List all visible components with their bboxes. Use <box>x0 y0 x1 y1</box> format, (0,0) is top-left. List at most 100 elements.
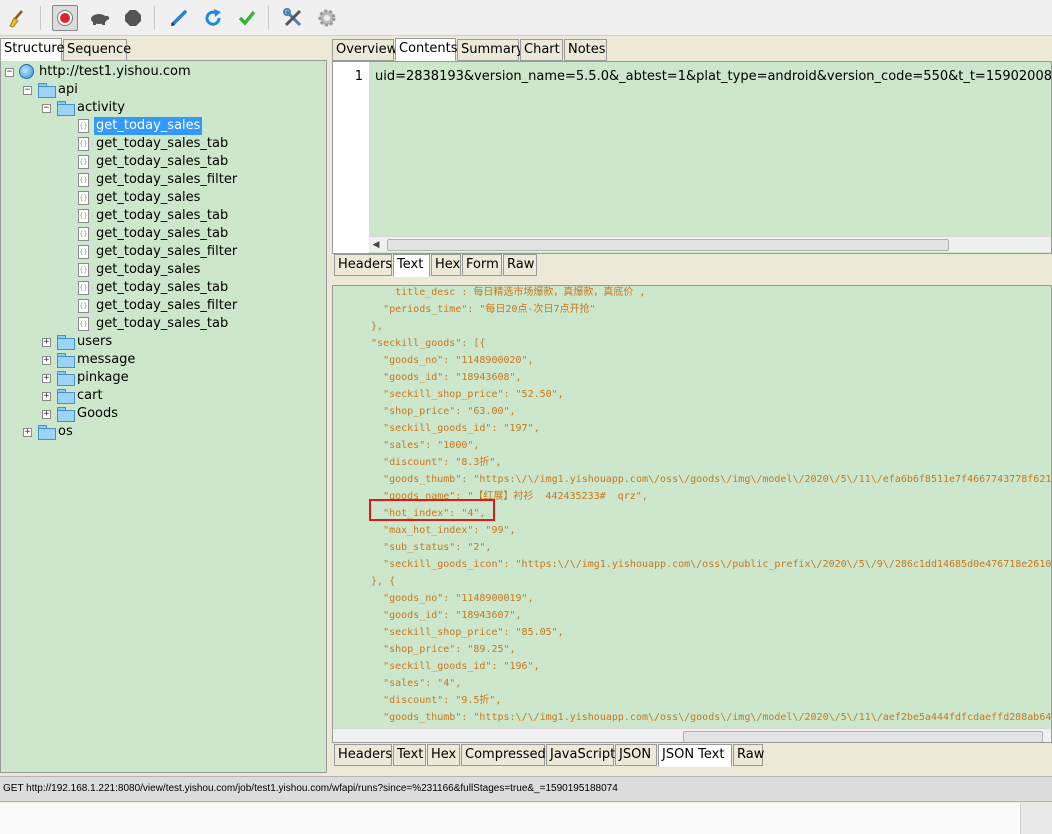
tree-item-endpoint[interactable]: {} get_today_sales_filter <box>1 297 321 315</box>
tab-request-form[interactable]: Form <box>462 254 502 276</box>
json-code-line: "seckill_goods_id": "197", <box>359 423 540 434</box>
request-body-text: uid=2838193&version_name=5.5.0&_abtest=1… <box>375 69 1052 84</box>
tree-item-endpoint[interactable]: {} get_today_sales_tab <box>1 207 321 225</box>
json-code-line: "goods_thumb": "https:\/\/img1.yishouapp… <box>359 712 1052 723</box>
tree-node-host[interactable]: − http://test1.yishou.com <box>1 63 321 81</box>
tree-item-endpoint[interactable]: {} get_today_sales_tab <box>1 315 321 333</box>
tree-node-api[interactable]: − api <box>1 81 321 99</box>
endpoint-label: get_today_sales_filter <box>96 172 238 187</box>
endpoint-label: get_today_sales_filter <box>96 298 238 313</box>
tab-request-headers[interactable]: Headers <box>334 254 392 276</box>
json-code-line: "shop_price": "63.00", <box>359 406 516 417</box>
tree-node-goods[interactable]: + Goods <box>1 405 321 423</box>
refresh-icon[interactable] <box>200 5 226 31</box>
tab-response-headers[interactable]: Headers <box>334 744 392 766</box>
tab-response-json-text[interactable]: JSON Text <box>658 744 732 767</box>
response-json-pane[interactable]: title_desc : 每日精选市场爆款，真爆款，真底价 , "periods… <box>332 285 1052 743</box>
scroll-left-icon[interactable]: ◀ <box>369 237 383 253</box>
tab-request-raw[interactable]: Raw <box>503 254 537 276</box>
request-body-pane[interactable]: 1 uid=2838193&version_name=5.5.0&_abtest… <box>332 61 1052 254</box>
request-horizontal-scrollbar[interactable]: ◀ <box>369 236 1051 253</box>
tab-summary[interactable]: Summary <box>457 39 524 61</box>
folder-label: Goods <box>77 406 119 421</box>
expand-toggle[interactable]: + <box>42 338 51 347</box>
tree-item-endpoint[interactable]: {} get_today_sales <box>1 117 321 135</box>
stop-icon[interactable] <box>120 5 146 31</box>
collapse-toggle[interactable]: − <box>5 68 14 77</box>
tree-item-endpoint[interactable]: {} get_today_sales_tab <box>1 279 321 297</box>
endpoint-label: get_today_sales_tab <box>96 136 229 151</box>
tree-item-endpoint[interactable]: {} get_today_sales_filter <box>1 243 321 261</box>
expand-toggle[interactable]: + <box>23 428 32 437</box>
json-code-line: }, { <box>359 576 396 587</box>
tree-node-cart[interactable]: + cart <box>1 387 321 405</box>
tab-response-javascript[interactable]: JavaScript <box>546 744 615 766</box>
tab-contents[interactable]: Contents <box>395 38 457 61</box>
bottom-scrollbar[interactable] <box>1020 803 1052 834</box>
tree-item-endpoint[interactable]: {} get_today_sales <box>1 189 321 207</box>
folder-icon <box>38 425 56 440</box>
scroll-thumb[interactable] <box>387 239 949 251</box>
tab-response-compressed[interactable]: Compressed <box>461 744 546 766</box>
folder-icon <box>38 83 56 98</box>
tab-response-raw[interactable]: Raw <box>733 744 764 766</box>
folder-icon <box>57 101 75 116</box>
pen-icon[interactable] <box>166 5 192 31</box>
endpoint-label: get_today_sales <box>96 262 201 277</box>
tab-response-json[interactable]: JSON <box>615 744 657 766</box>
expand-toggle[interactable]: + <box>42 410 51 419</box>
settings-icon[interactable] <box>314 5 340 31</box>
tab-request-hex[interactable]: Hex <box>431 254 461 276</box>
tab-request-text[interactable]: Text <box>393 254 430 277</box>
expand-toggle[interactable]: + <box>42 374 51 383</box>
json-code-line: "shop_price": "89.25", <box>359 644 516 655</box>
activity-label: activity <box>77 100 125 115</box>
broom-icon[interactable] <box>4 5 30 31</box>
status-bar: GET http://192.168.1.221:8080/view/test.… <box>0 776 1052 802</box>
collapse-toggle[interactable]: − <box>23 86 32 95</box>
file-icon: {} <box>78 137 89 151</box>
tab-overview[interactable]: Overview <box>332 39 397 61</box>
file-icon: {} <box>78 155 89 169</box>
folder-label: pinkage <box>77 370 129 385</box>
scroll-thumb[interactable] <box>683 731 1043 742</box>
tree-item-endpoint[interactable]: {} get_today_sales_filter <box>1 171 321 189</box>
tab-chart[interactable]: Chart <box>520 39 563 61</box>
tree-item-endpoint[interactable]: {} get_today_sales <box>1 261 321 279</box>
json-code-line: "goods_id": "18943608", <box>359 372 522 383</box>
tab-sequence[interactable]: Sequence <box>63 39 131 61</box>
structure-tree: − http://test1.yishou.com − api − activi… <box>0 60 327 773</box>
file-icon: {} <box>78 245 89 259</box>
tab-response-text[interactable]: Text <box>393 744 426 766</box>
json-code-line: "seckill_goods_icon": "https:\/\/img1.yi… <box>359 559 1052 570</box>
endpoint-label: get_today_sales_filter <box>96 244 238 259</box>
turtle-icon[interactable] <box>86 5 112 31</box>
record-icon[interactable] <box>52 5 78 31</box>
expand-toggle[interactable]: + <box>42 356 51 365</box>
tree-node-activity[interactable]: − activity <box>1 99 321 117</box>
json-code-line: "sales": "1000", <box>359 440 480 451</box>
folder-label: message <box>77 352 136 367</box>
json-code-line: "goods_thumb": "https:\/\/img1.yishouapp… <box>359 474 1052 485</box>
expand-toggle[interactable]: + <box>42 392 51 401</box>
tools-icon[interactable] <box>280 5 306 31</box>
host-label: http://test1.yishou.com <box>39 64 191 79</box>
left-tab-bar: Structure Sequence <box>0 38 328 61</box>
collapse-toggle[interactable]: − <box>42 104 51 113</box>
tree-node-pinkage[interactable]: + pinkage <box>1 369 321 387</box>
file-icon: {} <box>78 173 89 187</box>
tree-item-endpoint[interactable]: {} get_today_sales_tab <box>1 225 321 243</box>
line-gutter: 1 <box>333 62 369 253</box>
check-icon[interactable] <box>234 5 260 31</box>
tree-node-users[interactable]: + users <box>1 333 321 351</box>
tree-node-message[interactable]: + message <box>1 351 321 369</box>
tree-item-endpoint[interactable]: {} get_today_sales_tab <box>1 135 321 153</box>
tree-item-endpoint[interactable]: {} get_today_sales_tab <box>1 153 321 171</box>
file-icon: {} <box>78 263 89 277</box>
tab-response-hex[interactable]: Hex <box>427 744 460 766</box>
tab-structure[interactable]: Structure <box>0 38 64 61</box>
json-code-line: "discount": "9.5折", <box>359 695 502 706</box>
response-horizontal-scrollbar[interactable] <box>333 728 1051 742</box>
tree-node-os[interactable]: + os <box>1 423 321 441</box>
tab-notes[interactable]: Notes <box>564 39 607 61</box>
